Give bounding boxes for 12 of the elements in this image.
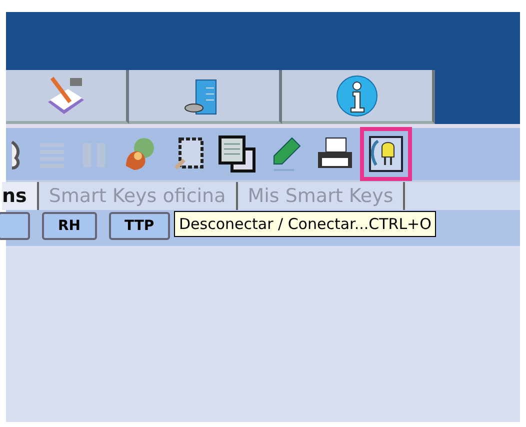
key-button[interactable]: TTP <box>108 212 170 240</box>
button[interactable] <box>0 212 30 240</box>
key-button[interactable]: RH <box>42 212 96 240</box>
toolbar-panel[interactable] <box>282 70 435 124</box>
toolbar-panel[interactable] <box>6 70 129 124</box>
info-icon <box>335 74 379 118</box>
windows-icon[interactable] <box>218 135 256 173</box>
plug-icon[interactable] <box>368 135 404 173</box>
selection-frame-icon[interactable] <box>172 136 204 172</box>
tooltip: Desconectar / Conectar...CTRL+O <box>174 211 436 237</box>
tab[interactable]: ns <box>2 182 39 210</box>
toolbar-panel[interactable] <box>129 70 282 124</box>
